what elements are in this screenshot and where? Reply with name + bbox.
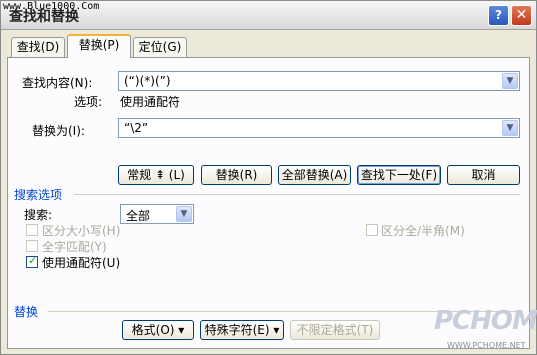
- pchome-watermark: PCHOME: [434, 306, 537, 336]
- match-case-checkbox[interactable]: [26, 224, 38, 236]
- search-direction-combo[interactable]: 全部 ▼: [120, 204, 194, 224]
- options-value: 使用通配符: [120, 95, 181, 109]
- help-button[interactable]: ?: [488, 5, 509, 26]
- use-wildcards-checkbox[interactable]: ✓: [26, 254, 38, 268]
- match-case-label: 区分大小写(H): [42, 224, 121, 238]
- replace-with-combo[interactable]: “\2” ▼: [118, 118, 520, 138]
- site-watermark: www.Blue1000.Com: [3, 1, 100, 12]
- half-full-width-label: 区分全/半角(M): [381, 224, 465, 238]
- find-what-combo[interactable]: (“)(*)(”) ▼: [118, 71, 520, 91]
- find-replace-dialog: 查找和替换 www.Blue1000.Com ? ✕ 查找(D) 替换(P) 定…: [0, 0, 537, 355]
- whole-word-checkbox[interactable]: [26, 240, 38, 252]
- cancel-button[interactable]: 取消: [447, 165, 520, 185]
- replace-all-button[interactable]: 全部替换(A): [278, 165, 351, 185]
- tab-find[interactable]: 查找(D): [11, 37, 65, 57]
- replace-with-value: “\2”: [124, 121, 149, 135]
- tab-goto[interactable]: 定位(G): [133, 37, 187, 57]
- chevron-down-icon[interactable]: ▼: [502, 73, 518, 89]
- title-bar[interactable]: 查找和替换 www.Blue1000.Com ? ✕: [1, 1, 536, 30]
- search-options-header: 搜索选项: [14, 188, 63, 202]
- replace-section-header: 替换: [14, 305, 39, 319]
- find-what-label: 查找内容(N):: [22, 76, 93, 90]
- divider: [74, 194, 520, 195]
- use-wildcards-label: 使用通配符(U): [42, 256, 121, 270]
- checkmark-icon: ✓: [28, 254, 38, 267]
- no-formatting-button[interactable]: 不限定格式(T): [290, 320, 380, 340]
- replace-button[interactable]: 替换(R): [201, 165, 272, 185]
- whole-word-label: 全字匹配(Y): [42, 240, 107, 254]
- replace-with-label: 替换为(I):: [32, 124, 85, 138]
- chevron-down-icon[interactable]: ▼: [176, 206, 192, 222]
- options-label: 选项:: [74, 95, 103, 109]
- format-button[interactable]: 格式(O) ▾: [122, 320, 194, 340]
- special-char-button[interactable]: 特殊字符(E) ▾: [200, 320, 284, 340]
- chevron-down-icon[interactable]: ▼: [502, 120, 518, 136]
- tab-replace[interactable]: 替换(P): [67, 34, 131, 58]
- search-direction-value: 全部: [126, 209, 151, 223]
- close-button[interactable]: ✕: [511, 5, 532, 26]
- search-direction-label: 搜索:: [24, 208, 53, 222]
- find-next-button[interactable]: 查找下一处(F): [357, 165, 441, 185]
- pchome-url: WWW.PCHOME.NET: [447, 341, 526, 350]
- normal-toggle-button[interactable]: 常规 ⇞ (L): [118, 165, 194, 185]
- half-full-width-checkbox[interactable]: [366, 224, 378, 236]
- find-what-value: (“)(*)(”): [124, 74, 171, 88]
